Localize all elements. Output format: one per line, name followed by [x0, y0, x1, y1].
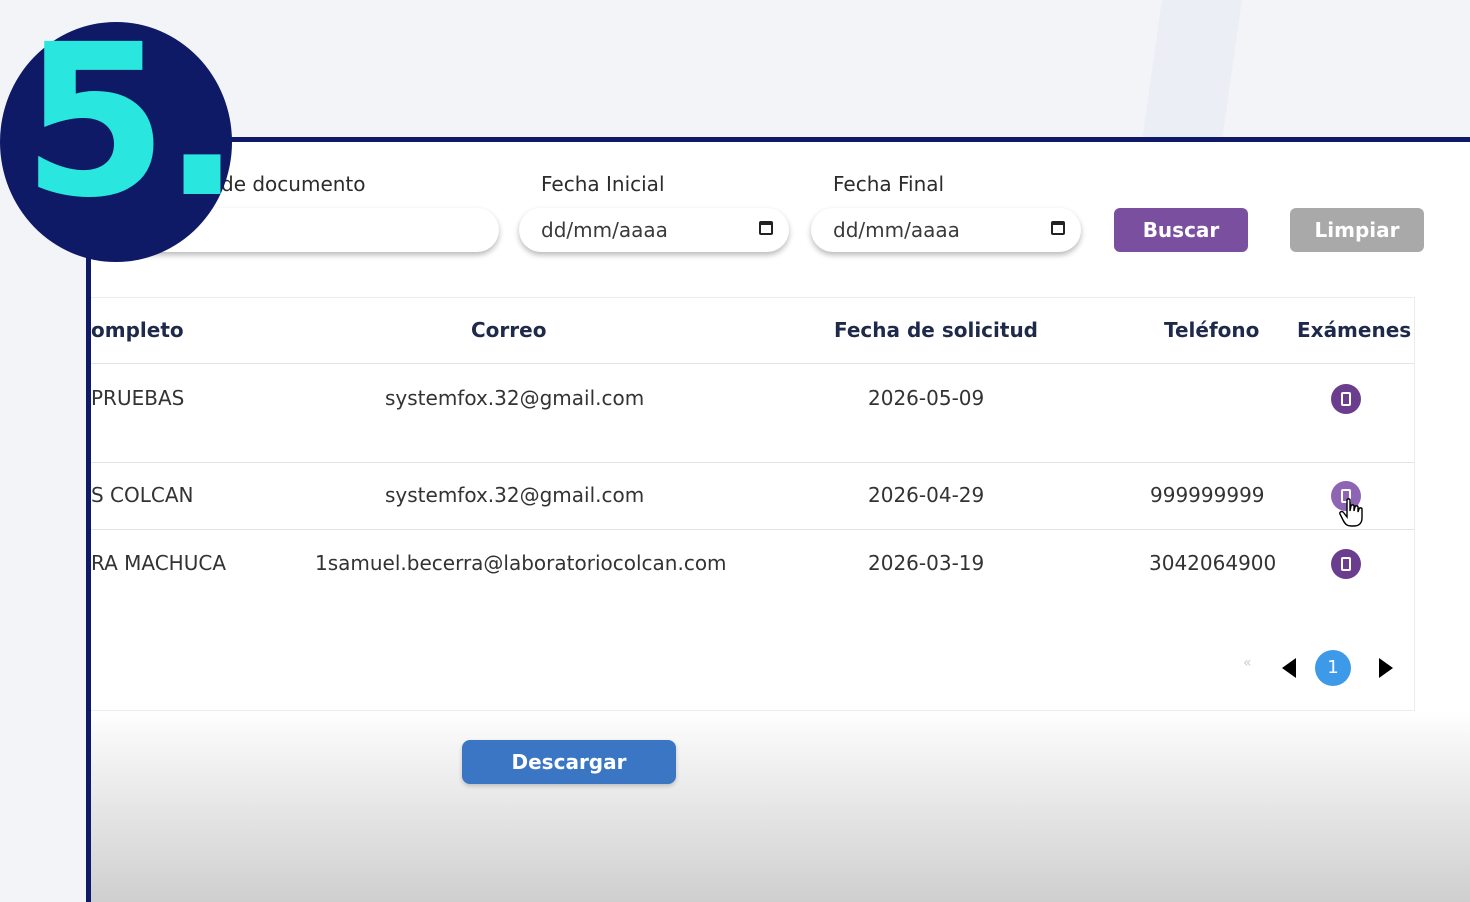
cell-name: PRUEBAS	[91, 386, 185, 410]
search-button[interactable]: Buscar	[1114, 208, 1248, 252]
current-page-button[interactable]: 1	[1315, 650, 1351, 686]
start-date-input[interactable]: dd/mm/aaaa	[519, 208, 789, 252]
cell-email: systemfox.32@gmail.com	[385, 483, 645, 507]
column-header-name: ompleto	[91, 318, 184, 342]
cell-name: RA MACHUCA	[91, 551, 226, 575]
first-page-button[interactable]: «	[1243, 655, 1252, 671]
cell-phone: 3042064900	[1149, 551, 1277, 575]
prev-page-icon[interactable]	[1282, 658, 1296, 678]
step-number: 5.	[22, 0, 242, 244]
end-date-value: dd/mm/aaaa	[833, 218, 960, 242]
view-exams-icon[interactable]	[1331, 384, 1361, 414]
view-exams-icon[interactable]	[1331, 549, 1361, 579]
document-label: de documento	[221, 172, 366, 196]
column-header-phone: Teléfono	[1164, 318, 1260, 342]
cell-name: S COLCAN	[91, 483, 194, 507]
column-header-email: Correo	[471, 318, 547, 342]
calendar-icon[interactable]	[759, 221, 773, 235]
results-table: ompleto Correo Fecha de solicitud Teléfo…	[91, 297, 1415, 711]
cell-date: 2026-05-09	[868, 386, 985, 410]
row-divider	[91, 529, 1414, 530]
cell-date: 2026-03-19	[868, 551, 985, 575]
download-button[interactable]: Descargar	[462, 740, 676, 784]
cell-date: 2026-04-29	[868, 483, 985, 507]
cell-email: 1samuel.becerra@laboratoriocolcan.com	[315, 551, 727, 575]
next-page-icon[interactable]	[1379, 658, 1393, 678]
start-date-value: dd/mm/aaaa	[541, 218, 668, 242]
cell-phone: 999999999	[1150, 483, 1265, 507]
clear-button[interactable]: Limpiar	[1290, 208, 1424, 252]
content-panel: de documento Fecha Inicial Fecha Final r…	[86, 137, 1470, 902]
hand-cursor-icon	[1339, 498, 1363, 527]
end-date-label: Fecha Final	[833, 172, 945, 196]
cell-email: systemfox.32@gmail.com	[385, 386, 645, 410]
column-header-exams: Exámenes	[1297, 318, 1412, 342]
start-date-label: Fecha Inicial	[541, 172, 665, 196]
row-divider	[91, 462, 1414, 463]
calendar-icon[interactable]	[1051, 221, 1065, 235]
end-date-input[interactable]: dd/mm/aaaa	[811, 208, 1081, 252]
column-header-date: Fecha de solicitud	[834, 318, 1038, 342]
header-divider	[91, 363, 1414, 364]
